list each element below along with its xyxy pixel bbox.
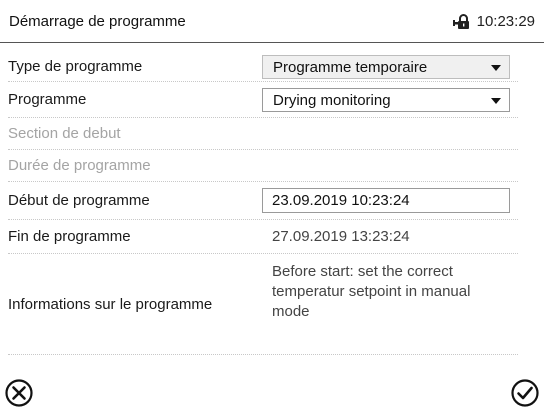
program-start-screen: Démarrage de programme 10:23:29 Type de …	[0, 0, 544, 412]
program-type-select[interactable]: Programme temporaire	[262, 55, 510, 79]
door-lock-icon	[452, 13, 474, 30]
check-circle-icon	[511, 379, 539, 407]
program-info-value: Before start: set the correct temperatur…	[272, 263, 471, 320]
clock-time: 10:23:29	[476, 13, 535, 30]
cancel-button[interactable]	[4, 378, 34, 408]
program-info-label: Informations sur le programme	[8, 295, 213, 313]
program-type-label: Type de programme	[8, 58, 143, 75]
program-end-value: 27.09.2019 13:23:24	[272, 228, 410, 245]
program-start-label: Début de programme	[8, 192, 150, 209]
program-type-value: Programme temporaire	[273, 58, 428, 76]
close-circle-icon	[5, 379, 33, 407]
row-start-section: Section de debut	[8, 118, 518, 150]
program-value: Drying monitoring	[273, 91, 391, 109]
program-select[interactable]: Drying monitoring	[262, 88, 510, 112]
page-title: Démarrage de programme	[9, 13, 186, 30]
program-duration-label: Durée de programme	[8, 157, 151, 174]
program-start-value: 23.09.2019 10:23:24	[272, 192, 410, 209]
confirm-button[interactable]	[510, 378, 540, 408]
header-status: 10:23:29	[452, 0, 535, 43]
divider	[8, 354, 518, 355]
program-label: Programme	[8, 91, 87, 108]
program-start-field[interactable]: 23.09.2019 10:23:24	[262, 188, 510, 213]
chevron-down-icon	[491, 65, 501, 71]
header-bar: Démarrage de programme 10:23:29	[0, 0, 544, 43]
row-program-duration: Durée de programme	[8, 150, 518, 182]
program-end-label: Fin de programme	[8, 228, 131, 245]
chevron-down-icon	[491, 98, 501, 104]
row-program-end: Fin de programme 27.09.2019 13:23:24	[8, 220, 518, 254]
start-section-label: Section de debut	[8, 125, 121, 142]
